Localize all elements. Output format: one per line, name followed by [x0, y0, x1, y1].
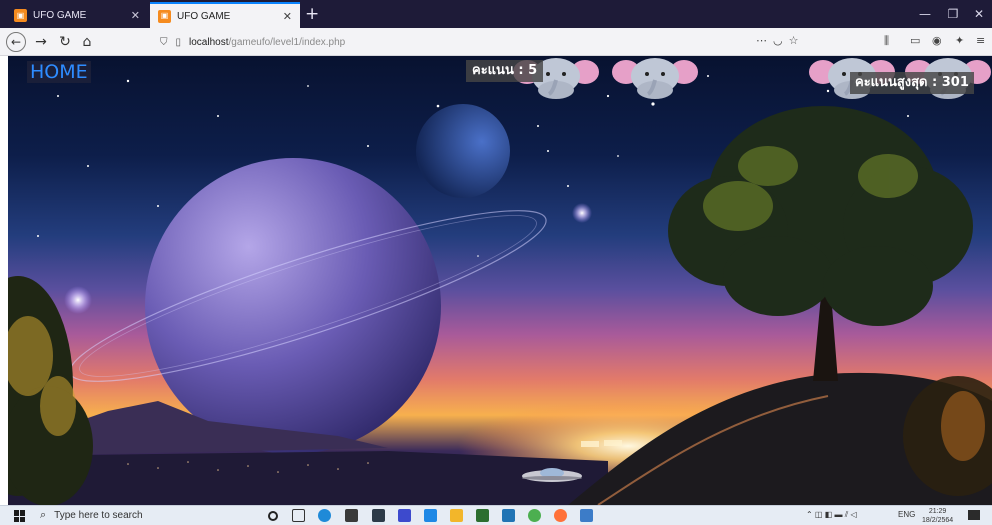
- home-link[interactable]: HOME: [27, 61, 91, 83]
- favicon-icon: ▣: [14, 9, 27, 22]
- windows-taskbar: ⌕ Type here to search ⌃ ◫ ◧ ▬ ⫽ ◁ ENG 21…: [0, 505, 992, 525]
- notification-icon[interactable]: [968, 510, 980, 520]
- browser-tab-bar: ▣ UFO GAME ✕ ▣ UFO GAME ✕ + — ❐ ✕: [0, 0, 992, 28]
- search-placeholder: Type here to search: [54, 510, 143, 521]
- extension-icon[interactable]: ✦: [955, 34, 964, 47]
- space-background: [8, 75, 992, 505]
- url-host: localhost: [189, 36, 229, 48]
- tray-icons[interactable]: ⌃ ◫ ◧ ▬ ⫽ ◁: [806, 510, 857, 520]
- tab-ufo-game-2[interactable]: ▣ UFO GAME ✕: [150, 2, 300, 28]
- tab-title: UFO GAME: [177, 10, 231, 22]
- edge-icon[interactable]: [318, 509, 331, 522]
- app-icon[interactable]: [398, 509, 411, 522]
- tab-title: UFO GAME: [33, 10, 87, 21]
- url-bar[interactable]: ⛉ ▯ localhost/gameufo/level1/index.php: [160, 32, 800, 52]
- close-tab-icon[interactable]: ✕: [283, 10, 292, 23]
- high-score-display: คะแนนสูงสุด : 301: [850, 72, 974, 94]
- sublime-icon[interactable]: [476, 509, 489, 522]
- task-view-icon[interactable]: [292, 509, 305, 522]
- shield-icon[interactable]: ⛉: [160, 37, 168, 48]
- language-indicator[interactable]: ENG: [898, 510, 915, 519]
- taskbar-search[interactable]: ⌕ Type here to search: [40, 507, 240, 524]
- url-path: /gameufo/level1/index.php: [228, 36, 346, 48]
- page-icon: ▯: [175, 36, 182, 48]
- clock-time: 21:29: [928, 508, 947, 515]
- store-icon[interactable]: [345, 509, 358, 522]
- favicon-icon: ▣: [158, 9, 171, 23]
- photos-icon[interactable]: [580, 509, 593, 522]
- browser-nav-bar: ← → ↻ ⌂ ⛉ ▯ localhost/gameufo/level1/ind…: [0, 28, 992, 56]
- close-window-icon[interactable]: ✕: [962, 0, 992, 28]
- close-tab-icon[interactable]: ✕: [131, 9, 140, 22]
- taskbar-clock[interactable]: 21:29 18/2/2564: [922, 507, 953, 525]
- sidebar-icon[interactable]: ▭: [910, 34, 920, 47]
- menu-icon[interactable]: ≡: [976, 34, 985, 47]
- url-actions: ⋯◡☆: [756, 34, 804, 47]
- large-planet: [145, 158, 441, 454]
- search-icon: ⌕: [40, 509, 47, 521]
- cortana-icon[interactable]: [268, 511, 278, 521]
- tab-ufo-game-1[interactable]: ▣ UFO GAME ✕: [6, 3, 148, 28]
- outlook-icon[interactable]: [502, 509, 515, 522]
- back-icon[interactable]: ←: [6, 32, 26, 52]
- new-tab-button[interactable]: +: [305, 3, 319, 25]
- star-icon[interactable]: ☆: [789, 34, 805, 47]
- score-display: คะแนน : 5: [466, 60, 544, 82]
- chrome-icon[interactable]: [528, 509, 541, 522]
- reload-icon[interactable]: ↻: [54, 31, 76, 53]
- more-icon[interactable]: ⋯: [756, 34, 773, 47]
- home-icon[interactable]: ⌂: [76, 31, 98, 53]
- forward-icon[interactable]: →: [30, 31, 52, 53]
- windows-start-icon[interactable]: [14, 510, 26, 522]
- clock-date: 18/2/2564: [922, 517, 954, 524]
- terminal-icon[interactable]: [372, 509, 385, 522]
- small-planet: [416, 104, 510, 198]
- firefox-icon[interactable]: [554, 509, 567, 522]
- account-icon[interactable]: ◉: [932, 34, 942, 47]
- file-explorer-icon[interactable]: [450, 509, 463, 522]
- elephant-sprite-icon[interactable]: [612, 56, 698, 100]
- mail-icon[interactable]: [424, 509, 437, 522]
- pocket-icon[interactable]: ◡: [773, 34, 789, 47]
- game-canvas[interactable]: HOME คะแนน : 5 คะแนนสูงสุด : 301: [8, 56, 992, 505]
- library-icon[interactable]: ⫼: [884, 34, 889, 48]
